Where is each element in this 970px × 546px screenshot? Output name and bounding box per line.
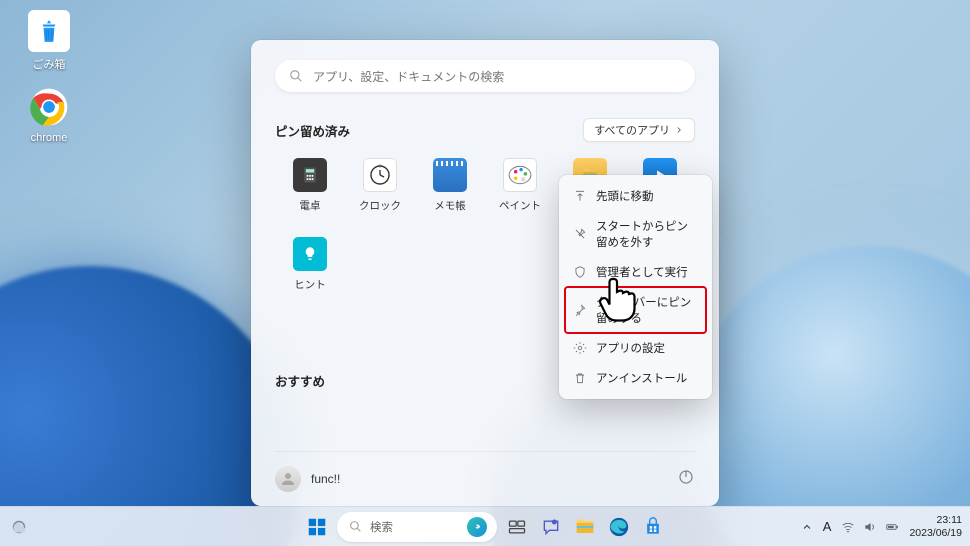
chrome-icon bbox=[28, 86, 70, 128]
user-account-button[interactable]: func!! bbox=[275, 466, 340, 492]
taskbar-store-button[interactable] bbox=[639, 513, 667, 541]
calculator-icon bbox=[293, 158, 327, 192]
pin-icon bbox=[573, 303, 587, 317]
explorer-icon bbox=[574, 517, 596, 537]
chrome-label: chrome bbox=[31, 132, 68, 144]
taskbar-search-box[interactable]: 検索 bbox=[337, 512, 497, 542]
taskbar-edge-button[interactable] bbox=[605, 513, 633, 541]
context-run-as-admin[interactable]: 管理者として実行 bbox=[565, 257, 706, 287]
pinned-header: ピン留め済み bbox=[275, 121, 350, 140]
tray-chevron-up-icon[interactable] bbox=[801, 521, 813, 533]
weather-icon bbox=[8, 516, 30, 538]
search-icon bbox=[349, 520, 362, 533]
chat-icon bbox=[541, 517, 561, 537]
shield-icon bbox=[573, 265, 587, 279]
store-icon bbox=[643, 517, 663, 537]
ime-indicator[interactable]: A bbox=[823, 519, 832, 534]
taskbar-weather-widget[interactable] bbox=[8, 516, 30, 538]
trash-icon bbox=[573, 371, 587, 385]
start-button[interactable] bbox=[303, 513, 331, 541]
unpin-icon bbox=[573, 227, 587, 241]
app-context-menu: 先頭に移動 スタートからピン留めを外す 管理者として実行 タスク バーにピン留め… bbox=[559, 175, 712, 399]
gear-icon bbox=[573, 341, 587, 355]
tips-icon bbox=[293, 237, 327, 271]
context-unpin-from-start[interactable]: スタートからピン留めを外す bbox=[565, 211, 706, 257]
system-tray: A 23:11 2023/06/19 bbox=[801, 514, 962, 539]
recycle-bin-icon bbox=[28, 10, 70, 52]
clock-icon bbox=[363, 158, 397, 192]
context-move-to-top[interactable]: 先頭に移動 bbox=[565, 181, 706, 211]
context-app-settings[interactable]: アプリの設定 bbox=[565, 333, 706, 363]
volume-icon[interactable] bbox=[863, 520, 877, 534]
recycle-bin-desktop-icon[interactable]: ごみ箱 bbox=[14, 10, 84, 72]
context-uninstall[interactable]: アンインストール bbox=[565, 363, 706, 393]
app-paint[interactable]: ペイント bbox=[485, 158, 555, 219]
taskbar-chat-button[interactable] bbox=[537, 513, 565, 541]
task-view-icon bbox=[507, 517, 527, 537]
recommended-header: おすすめ bbox=[275, 371, 325, 390]
all-apps-button[interactable]: すべてのアプリ bbox=[583, 118, 695, 142]
power-icon bbox=[677, 468, 695, 486]
user-avatar-icon bbox=[275, 466, 301, 492]
chrome-desktop-icon[interactable]: chrome bbox=[14, 86, 84, 144]
chevron-right-icon bbox=[674, 125, 684, 135]
edge-icon bbox=[608, 516, 630, 538]
paint-icon bbox=[503, 158, 537, 192]
app-notepad[interactable]: メモ帳 bbox=[415, 158, 485, 219]
app-calculator[interactable]: 電卓 bbox=[275, 158, 345, 219]
search-icon bbox=[289, 69, 303, 83]
task-view-button[interactable] bbox=[503, 513, 531, 541]
battery-icon[interactable] bbox=[885, 520, 899, 534]
recycle-bin-label: ごみ箱 bbox=[33, 56, 66, 72]
bing-chat-icon[interactable] bbox=[467, 517, 487, 537]
start-search-box[interactable]: アプリ、設定、ドキュメントの検索 bbox=[275, 60, 695, 92]
taskbar-explorer-button[interactable] bbox=[571, 513, 599, 541]
user-name-label: func!! bbox=[311, 472, 340, 486]
notepad-icon bbox=[433, 158, 467, 192]
app-clock[interactable]: クロック bbox=[345, 158, 415, 219]
app-tips[interactable]: ヒント bbox=[275, 237, 345, 298]
windows-icon bbox=[306, 516, 328, 538]
move-top-icon bbox=[573, 189, 587, 203]
taskbar: 検索 A 23:11 2023/06/19 bbox=[0, 506, 970, 546]
context-pin-to-taskbar[interactable]: タスク バーにピン留めする bbox=[565, 287, 706, 333]
wifi-icon[interactable] bbox=[841, 520, 855, 534]
taskbar-clock[interactable]: 23:11 2023/06/19 bbox=[909, 514, 962, 539]
search-placeholder: アプリ、設定、ドキュメントの検索 bbox=[313, 68, 504, 85]
power-button[interactable] bbox=[677, 468, 695, 491]
